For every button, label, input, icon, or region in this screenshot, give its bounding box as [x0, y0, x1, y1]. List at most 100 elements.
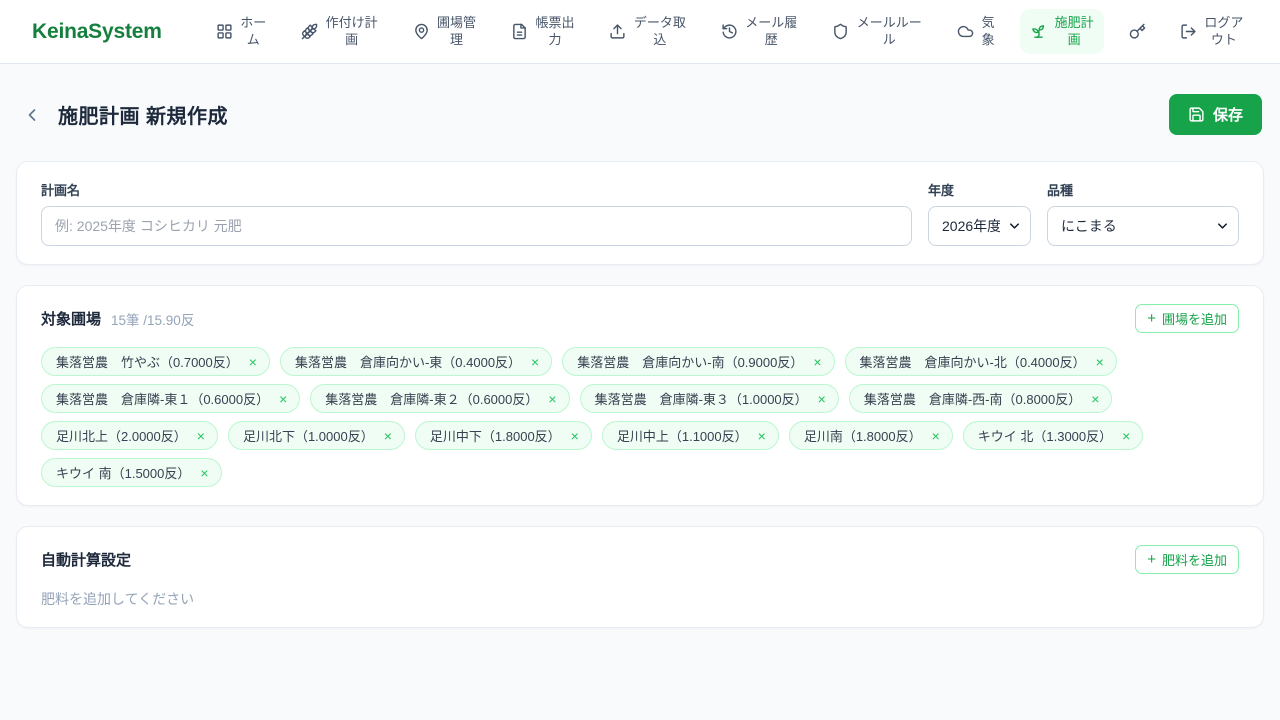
target-fields-title: 対象圃場: [41, 311, 102, 328]
nav-item-weather[interactable]: 気象: [947, 9, 1006, 55]
remove-field-chip-button[interactable]: ×: [818, 392, 826, 406]
nav-item-field-management[interactable]: 圃場管理: [403, 9, 487, 55]
add-field-button-label: 圃場を追加: [1161, 312, 1227, 327]
year-select[interactable]: 2026年度: [928, 206, 1031, 246]
year-label: 年度: [928, 183, 955, 198]
nav-item-label: 施肥計画: [1054, 14, 1094, 47]
field-chip: 集落営農 倉庫隣-西-南（0.8000反） ×: [848, 384, 1113, 413]
remove-field-chip-button[interactable]: ×: [531, 355, 539, 369]
year-field: 年度 2026年度: [928, 180, 1031, 246]
chevron-left-icon: [22, 105, 42, 125]
field-chip-label: 集落営農 倉庫隣-東１（0.6000反）: [56, 392, 270, 407]
field-chip: 足川中下（1.8000反） ×: [414, 421, 592, 450]
target-fields-summary: 15筆 /15.90反: [111, 312, 195, 328]
remove-field-chip-button[interactable]: ×: [932, 429, 940, 443]
field-chip-label: 足川中下（1.8000反）: [429, 429, 561, 444]
remove-field-chip-button[interactable]: ×: [1122, 429, 1130, 443]
remove-field-chip-button[interactable]: ×: [758, 429, 766, 443]
nav-item-label: 帳票出力: [535, 14, 575, 47]
wheat-icon: [301, 23, 318, 40]
remove-field-chip-button[interactable]: ×: [1091, 392, 1099, 406]
save-button[interactable]: 保存: [1168, 94, 1262, 135]
target-fields-card: 対象圃場 15筆 /15.90反 + 圃場を追加 集落営農 竹やぶ（0.7000…: [16, 285, 1264, 506]
field-chip-label: 集落営農 倉庫向かい-北（0.4000反）: [859, 355, 1086, 370]
nav-item-label: データ取込: [633, 14, 686, 47]
nav-item-planting-plan[interactable]: 作付け計画: [291, 9, 388, 55]
field-chip: 集落営農 倉庫隣-東２（0.6000反） ×: [310, 384, 570, 413]
remove-field-chip-button[interactable]: ×: [249, 355, 257, 369]
plan-form-card: 計画名 年度 2026年度 品種 にこまる: [16, 161, 1264, 265]
remove-field-chip-button[interactable]: ×: [279, 392, 287, 406]
app-logo: KeinaSystem: [32, 19, 162, 43]
document-icon: [511, 23, 528, 40]
nav-item-label: ログアウト: [1204, 14, 1244, 47]
remove-field-chip-button[interactable]: ×: [1096, 355, 1104, 369]
remove-field-chip-button[interactable]: ×: [200, 466, 208, 480]
auto-calc-card: 自動計算設定 + 肥料を追加 肥料を追加してください: [16, 526, 1264, 628]
nav-item-label: メール履歴: [745, 14, 798, 47]
nav-item-label: メールルール: [856, 14, 922, 47]
nav-item-data-import[interactable]: データ取込: [599, 9, 696, 55]
cloud-icon: [957, 23, 974, 40]
field-chip-label: 集落営農 竹やぶ（0.7000反）: [56, 355, 239, 370]
field-chip-label: 集落営農 倉庫向かい-南（0.9000反）: [577, 355, 804, 370]
page-title: 施肥計画 新規作成: [58, 106, 229, 128]
nav-item-home[interactable]: ホーム: [206, 9, 277, 55]
field-chip: 集落営農 倉庫隣-東３（1.0000反） ×: [579, 384, 839, 413]
add-fertilizer-button[interactable]: + 肥料を追加: [1135, 545, 1239, 574]
variety-select[interactable]: にこまる: [1047, 206, 1239, 246]
field-chip: キウイ 北（1.3000反） ×: [962, 421, 1144, 450]
field-chip: 足川北上（2.0000反） ×: [41, 421, 218, 450]
field-chip-label: 集落営農 倉庫隣-西-南（0.8000反）: [863, 392, 1082, 407]
sprout-icon: [1030, 23, 1047, 40]
upload-icon: [609, 23, 626, 40]
field-chip: 足川北下（1.0000反） ×: [227, 421, 405, 450]
add-field-button[interactable]: + 圃場を追加: [1135, 304, 1239, 333]
save-button-label: 保存: [1212, 107, 1243, 124]
grid-icon: [216, 23, 233, 40]
nav-item-fertilization-plan[interactable]: 施肥計画: [1020, 8, 1105, 55]
field-chip: 集落営農 倉庫向かい-南（0.9000反） ×: [562, 347, 835, 376]
nav-item-label: 圃場管理: [437, 14, 477, 47]
plan-name-input[interactable]: [41, 206, 912, 246]
variety-label: 品種: [1047, 183, 1074, 198]
nav-item-logout[interactable]: ログアウト: [1170, 9, 1254, 55]
shield-icon: [832, 23, 849, 40]
page-header: 施肥計画 新規作成 保存: [18, 94, 1262, 135]
nav-item-mail-rules[interactable]: メールルール: [822, 9, 932, 55]
field-chip: 集落営農 倉庫向かい-北（0.4000反） ×: [844, 347, 1117, 376]
nav-item-key[interactable]: [1119, 17, 1156, 46]
variety-field: 品種 にこまる: [1047, 180, 1239, 246]
save-icon: [1188, 106, 1205, 123]
top-navigation: KeinaSystem ホーム 作付け計画 圃場管理 帳票出力 データ取込 メー…: [0, 0, 1280, 64]
field-chip: 集落営農 竹やぶ（0.7000反） ×: [41, 347, 270, 376]
field-chip-label: キウイ 南（1.5000反）: [56, 466, 191, 481]
field-chip: 集落営農 倉庫向かい-東（0.4000反） ×: [279, 347, 553, 376]
plus-icon: +: [1147, 551, 1156, 568]
plan-name-field: 計画名: [41, 180, 912, 246]
field-chip-label: 集落営農 倉庫隣-東３（1.0000反）: [594, 392, 808, 407]
back-button[interactable]: [18, 101, 46, 129]
remove-field-chip-button[interactable]: ×: [384, 429, 392, 443]
remove-field-chip-button[interactable]: ×: [571, 429, 579, 443]
history-icon: [721, 23, 738, 40]
field-chip-label: 集落営農 倉庫隣-東２（0.6000反）: [325, 392, 539, 407]
field-chip: 足川中上（1.1000反） ×: [601, 421, 779, 450]
remove-field-chip-button[interactable]: ×: [548, 392, 556, 406]
logout-icon: [1180, 23, 1197, 40]
nav-item-mail-history[interactable]: メール履歴: [711, 9, 808, 55]
map-pin-icon: [413, 23, 430, 40]
plan-name-label: 計画名: [41, 183, 81, 198]
field-chip-label: 集落営農 倉庫向かい-東（0.4000反）: [294, 355, 522, 370]
add-fertilizer-button-label: 肥料を追加: [1161, 553, 1227, 568]
field-chip: 集落営農 倉庫隣-東１（0.6000反） ×: [41, 384, 301, 413]
main-content: 施肥計画 新規作成 保存 計画名 年度 2026年度: [0, 94, 1280, 628]
nav-item-label: 作付け計画: [325, 14, 378, 47]
key-icon: [1129, 23, 1146, 40]
remove-field-chip-button[interactable]: ×: [197, 429, 205, 443]
nav-item-label: ホーム: [240, 14, 267, 47]
field-chip-label: キウイ 北（1.3000反）: [977, 429, 1113, 444]
field-chip-list: 集落営農 竹やぶ（0.7000反） × 集落営農 倉庫向かい-東（0.4000反） ×…: [41, 347, 1239, 487]
remove-field-chip-button[interactable]: ×: [813, 355, 821, 369]
nav-item-report-output[interactable]: 帳票出力: [501, 9, 585, 55]
